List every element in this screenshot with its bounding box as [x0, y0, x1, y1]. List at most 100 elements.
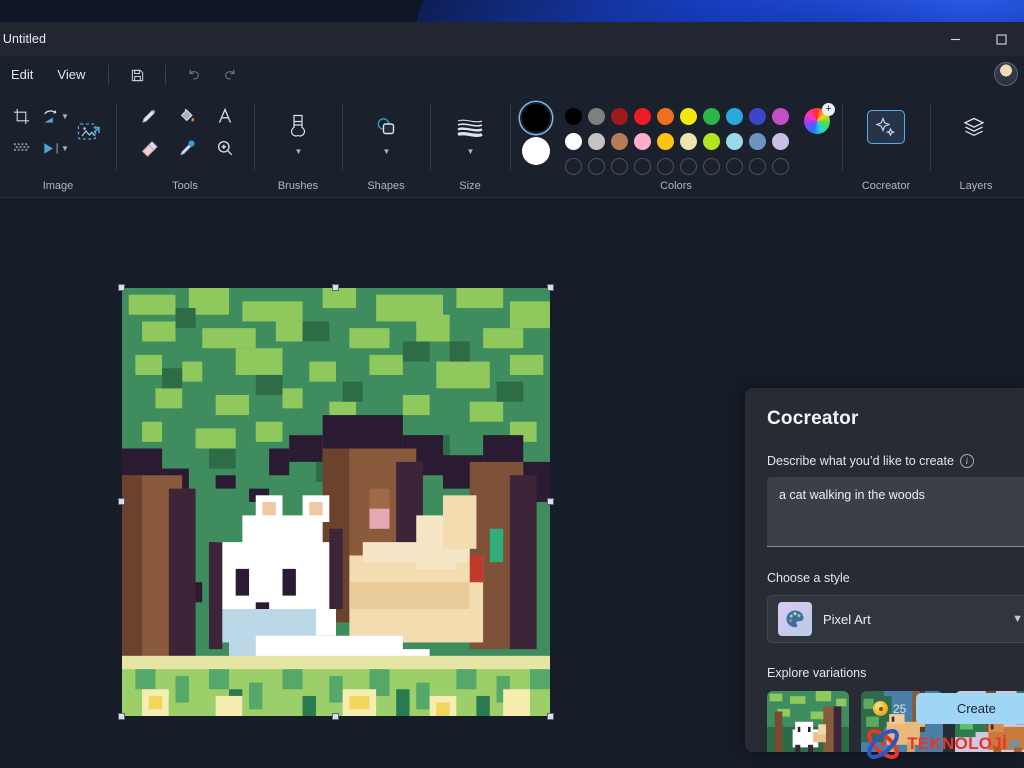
color-swatch-empty-8[interactable]	[726, 158, 743, 175]
color-swatch-row1-10[interactable]	[772, 108, 789, 125]
shapes-button[interactable]: ▼	[358, 100, 414, 156]
color-swatch-row2-4[interactable]	[634, 133, 651, 150]
selection-handle-ne[interactable]	[547, 284, 554, 291]
current-colors	[522, 102, 550, 165]
color-swatch-row2-1[interactable]	[565, 133, 582, 150]
style-selected-name: Pixel Art	[823, 611, 871, 627]
window-title: - Untitled	[0, 32, 47, 46]
color-swatch-row2-2[interactable]	[588, 133, 605, 150]
ribbon-group-shapes: ▼ Shapes	[342, 94, 430, 197]
pixel-art-image	[122, 288, 550, 716]
selection-handle-e[interactable]	[547, 498, 554, 505]
crop-icon[interactable]	[5, 101, 37, 131]
ribbon-group-tools: Tools	[116, 94, 254, 197]
chevron-down-icon-size[interactable]: ▼	[467, 147, 475, 156]
color-swatch-row1-1[interactable]	[565, 108, 582, 125]
style-dropdown[interactable]: Pixel Art ▼	[767, 595, 1024, 643]
color-swatch-empty-9[interactable]	[749, 158, 766, 175]
selection-handle-n[interactable]	[332, 284, 339, 291]
selection-handle-se[interactable]	[547, 713, 554, 720]
cocreator-button[interactable]	[858, 100, 914, 144]
color-swatch-row2-9[interactable]	[749, 133, 766, 150]
color-swatch-empty-7[interactable]	[703, 158, 720, 175]
primary-color-swatch[interactable]	[522, 104, 550, 132]
ribbon-group-label-image: Image	[42, 180, 74, 192]
cocreator-sparkle-icon	[867, 110, 905, 144]
selection-handle-sw[interactable]	[118, 713, 125, 720]
style-thumbnail-icon	[778, 602, 812, 636]
secondary-color-swatch[interactable]	[522, 137, 550, 165]
ribbon-group-label-size: Size	[459, 180, 481, 192]
prompt-input[interactable]: a cat walking in the woods	[767, 477, 1024, 547]
minimize-button[interactable]	[932, 22, 978, 56]
cocreator-panel: Cocreator Describe what you’d like to cr…	[745, 388, 1024, 752]
color-swatch-empty-1[interactable]	[565, 158, 582, 175]
menu-edit[interactable]: Edit	[0, 61, 44, 89]
color-swatch-row1-4[interactable]	[634, 108, 651, 125]
color-swatch-row1-2[interactable]	[588, 108, 605, 125]
flip-icon[interactable]: ▼	[39, 133, 71, 163]
edit-colors-wheel[interactable]	[804, 103, 835, 134]
create-button[interactable]: Create	[916, 693, 1024, 724]
selection-handle-s[interactable]	[332, 713, 339, 720]
color-swatch-row2-5[interactable]	[657, 133, 674, 150]
color-swatch-empty-10[interactable]	[772, 158, 789, 175]
color-swatch-empty-4[interactable]	[634, 158, 651, 175]
image-resize-icon[interactable]	[69, 110, 109, 154]
window-controls	[932, 22, 1024, 56]
chevron-down-icon[interactable]: ▼	[61, 112, 69, 121]
paint-window: - Untitled Edit View ▼ ▼ Image Tools ▼ B…	[0, 22, 1024, 768]
brushes-button[interactable]: ▼	[270, 100, 326, 156]
watermark-tail-icon: ⇄	[1009, 736, 1020, 751]
eyedropper-icon[interactable]	[171, 133, 203, 163]
ribbon-group-cocreator: Cocreator	[842, 94, 930, 197]
prompt-label-row: Describe what you’d like to create i	[767, 454, 1024, 468]
transparent-selection-icon[interactable]	[5, 133, 37, 163]
ribbon-group-label-brushes: Brushes	[277, 180, 319, 192]
info-icon[interactable]: i	[959, 454, 974, 468]
selection-handle-nw[interactable]	[118, 284, 125, 291]
color-swatch-row1-7[interactable]	[703, 108, 720, 125]
layers-button[interactable]	[946, 100, 1002, 144]
chevron-down-icon-2[interactable]: ▼	[61, 144, 69, 153]
redo-icon[interactable]	[215, 62, 245, 88]
save-icon[interactable]	[122, 62, 152, 88]
color-swatch-row2-3[interactable]	[611, 133, 628, 150]
color-swatch-row2-6[interactable]	[680, 133, 697, 150]
color-swatch-row1-6[interactable]	[680, 108, 697, 125]
selection-handle-w[interactable]	[118, 498, 125, 505]
color-swatch-empty-2[interactable]	[588, 158, 605, 175]
color-swatch-row1-8[interactable]	[726, 108, 743, 125]
ribbon-group-layers: Layers	[930, 94, 1022, 197]
brush-icon	[279, 110, 317, 144]
size-button[interactable]: ▼	[444, 100, 496, 156]
image-canvas[interactable]	[118, 284, 554, 720]
ribbon-group-image: ▼ ▼ Image	[0, 94, 116, 197]
chevron-down-icon-style[interactable]: ▼	[1012, 613, 1023, 625]
chevron-down-icon-brushes[interactable]: ▼	[295, 147, 303, 156]
watermark-logo-icon	[867, 729, 899, 759]
maximize-button[interactable]	[978, 22, 1024, 56]
color-swatch-row1-5[interactable]	[657, 108, 674, 125]
ribbon-toolbar: ▼ ▼ Image Tools ▼ Brushes ▼ Shapes ▼ Siz…	[0, 94, 1024, 198]
menu-view[interactable]: View	[46, 61, 96, 89]
eraser-icon[interactable]	[133, 133, 165, 163]
pencil-icon[interactable]	[133, 101, 165, 131]
color-swatch-row2-10[interactable]	[772, 133, 789, 150]
undo-icon[interactable]	[179, 62, 209, 88]
rotate-icon[interactable]: ▼	[39, 101, 71, 131]
desktop-wallpaper	[0, 0, 1024, 22]
account-avatar[interactable]	[994, 62, 1018, 86]
text-icon[interactable]	[209, 101, 241, 131]
color-swatch-row2-7[interactable]	[703, 133, 720, 150]
chevron-down-icon-shapes[interactable]: ▼	[383, 147, 391, 156]
color-swatch-row1-9[interactable]	[749, 108, 766, 125]
magnifier-icon[interactable]	[209, 133, 241, 163]
canvas-area[interactable]: Cocreator Describe what you’d like to cr…	[0, 198, 1024, 768]
color-swatch-empty-5[interactable]	[657, 158, 674, 175]
color-swatch-row2-8[interactable]	[726, 133, 743, 150]
fill-bucket-icon[interactable]	[171, 101, 203, 131]
color-swatch-row1-3[interactable]	[611, 108, 628, 125]
color-swatch-empty-6[interactable]	[680, 158, 697, 175]
color-swatch-empty-3[interactable]	[611, 158, 628, 175]
